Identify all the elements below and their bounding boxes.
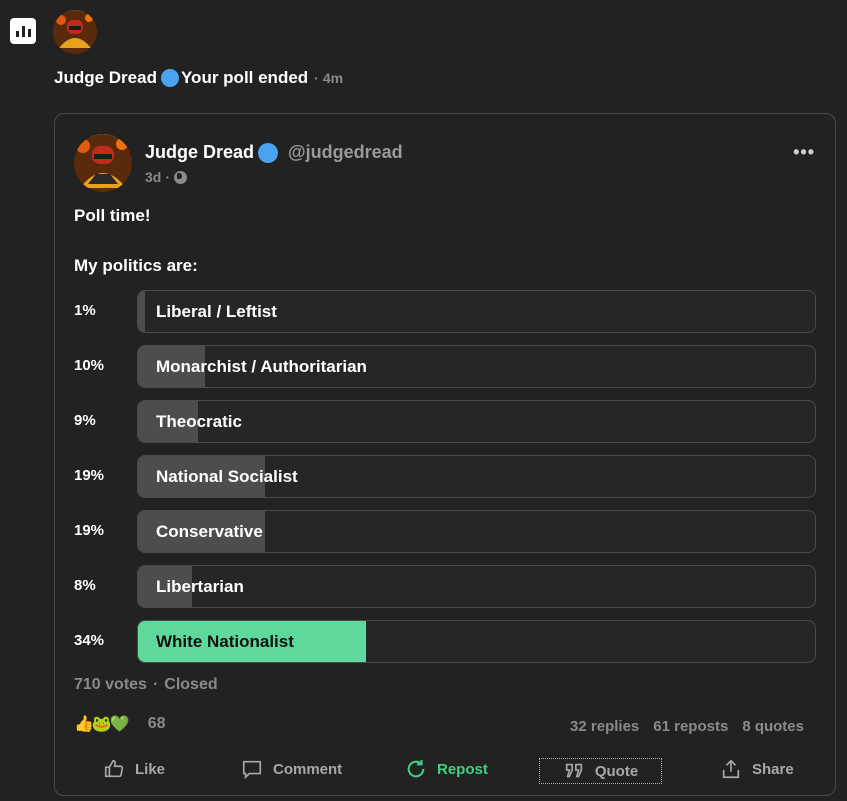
vote-count: 710 votes (74, 676, 147, 693)
poll-option: 10% Monarchist / Authoritarian (74, 345, 816, 388)
comment-button[interactable]: Comment (241, 758, 342, 780)
thumbs-up-icon (104, 759, 124, 778)
repost-label: Repost (437, 760, 488, 778)
post-text-line: Poll time! (74, 206, 151, 225)
poll-option-percent: 19% (74, 522, 105, 539)
poll-option-percent: 8% (74, 577, 96, 594)
reaction-count: 68 (147, 715, 166, 732)
post-meta-separator: · (165, 169, 171, 185)
poll-option-percent: 19% (74, 467, 105, 484)
frog-emoji-icon: 🐸 (91, 716, 112, 733)
share-button[interactable]: Share (720, 758, 794, 780)
poll-option-fill (138, 291, 145, 332)
poll-option-label: Libertarian (156, 577, 244, 596)
share-icon (722, 759, 740, 779)
green-heart-emoji-icon: 💚 (109, 716, 130, 733)
comment-icon (242, 760, 262, 780)
reactions[interactable]: 👍 🐸 💚 68 (74, 714, 166, 734)
post-author[interactable]: Judge Dread (145, 142, 254, 163)
poll-option-bar: Theocratic (137, 400, 816, 443)
poll-summary-separator: · (152, 676, 159, 693)
notification-message: Your poll ended (180, 68, 309, 87)
poll-option: 1% Liberal / Leftist (74, 290, 816, 333)
poll-option-label: White Nationalist (156, 632, 294, 651)
quote-label: Quote (594, 762, 639, 780)
avatar[interactable] (53, 10, 97, 54)
poll-status: Closed (164, 676, 218, 693)
share-label: Share (752, 760, 794, 778)
replies-count[interactable]: 32 replies (570, 718, 639, 735)
poll-option-bar: Monarchist / Authoritarian (137, 345, 816, 388)
poll-option-percent: 9% (74, 412, 96, 429)
quotes-count[interactable]: 8 quotes (742, 718, 804, 735)
like-label: Like (135, 760, 166, 778)
notification-separator: · (314, 70, 319, 86)
post-age[interactable]: 3d (145, 169, 161, 185)
verified-badge-icon (160, 69, 179, 87)
quote-icon (565, 763, 582, 778)
poll-option-label: Theocratic (156, 412, 242, 431)
poll-option-bar: White Nationalist (137, 620, 816, 663)
quote-button[interactable]: Quote (539, 758, 662, 784)
poll-option: 8% Libertarian (74, 565, 816, 608)
poll-option-label: Liberal / Leftist (156, 302, 277, 321)
author-avatar[interactable] (74, 134, 132, 192)
post-meta: 3d · (145, 169, 188, 185)
post-text-line: My politics are: (74, 256, 198, 275)
poll-option-label: National Socialist (156, 467, 298, 486)
notification-time: 4m (322, 70, 344, 86)
globe-icon (174, 170, 188, 184)
post-handle[interactable]: @judgedread (288, 142, 403, 163)
thumbs-up-emoji-icon: 👍 (74, 716, 94, 733)
post-card[interactable]: Judge Dread @judgedread 3d · ••• Poll ti… (54, 113, 836, 796)
engagement-stats: 👍 🐸 💚 68 32 replies 61 reposts 8 quotes (74, 714, 804, 738)
poll-option: 19% National Socialist (74, 455, 816, 498)
reposts-count[interactable]: 61 reposts (653, 718, 728, 735)
poll-summary: 710 votes · Closed (74, 676, 218, 694)
poll-option: 19% Conservative (74, 510, 816, 553)
post-actions: Like Comment Repost Quote Share (55, 754, 835, 784)
repost-button[interactable]: Repost (405, 758, 488, 780)
poll-option: 9% Theocratic (74, 400, 816, 443)
poll-option-label: Monarchist / Authoritarian (156, 357, 367, 376)
comment-label: Comment (273, 760, 343, 778)
verified-badge-icon (258, 142, 279, 163)
poll-option-percent: 1% (74, 302, 96, 319)
poll-option: 34% White Nationalist (74, 620, 816, 663)
poll-option-bar: National Socialist (137, 455, 816, 498)
more-options-icon[interactable]: ••• (793, 142, 815, 163)
post-author-line: Judge Dread @judgedread (145, 142, 403, 163)
poll-option-bar: Libertarian (137, 565, 816, 608)
poll-option-label: Conservative (156, 522, 263, 541)
repost-icon (407, 759, 425, 778)
poll-option-bar: Liberal / Leftist (137, 290, 816, 333)
poll-icon (10, 18, 36, 44)
poll-option-percent: 10% (74, 357, 105, 374)
notification-author[interactable]: Judge Dread (54, 68, 157, 88)
like-button[interactable]: Like (103, 758, 165, 780)
poll-option-bar: Conservative (137, 510, 816, 553)
notification-text[interactable]: Judge Dread Your poll ended · 4m (54, 68, 343, 88)
poll-option-percent: 34% (74, 632, 105, 649)
